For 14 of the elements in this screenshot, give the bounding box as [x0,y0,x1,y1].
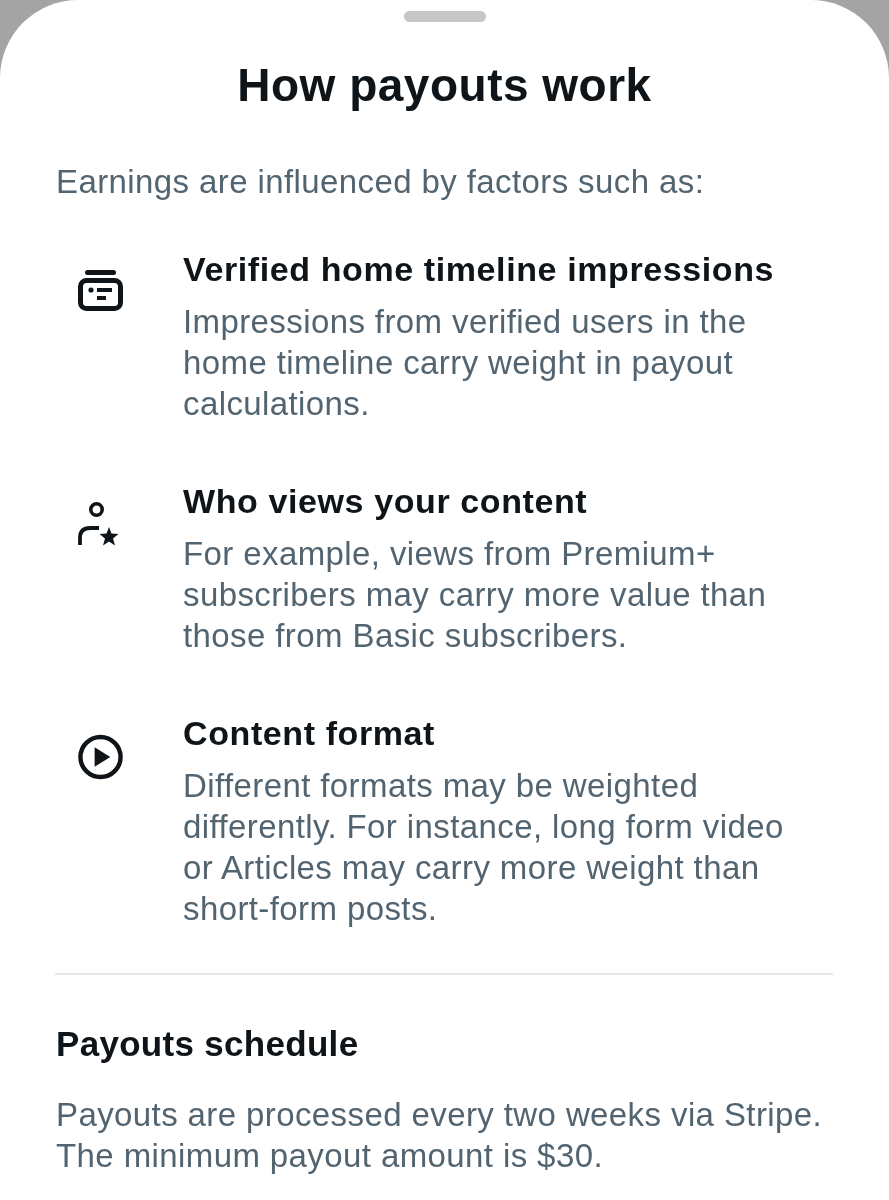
sheet-title: How payouts work [236,59,653,111]
drag-handle[interactable] [403,11,486,22]
intro-text: Earnings are influenced by factors such as: [56,162,706,202]
factor-description: For example, views from Premium+ subscribers may carry more value than those from Basic subscribers. [183,534,768,656]
factor-heading: Verified home timeline impressions [183,249,776,289]
play-icon [78,734,123,780]
section-heading: Payouts schedule [56,1024,360,1064]
factor-description: Impressions from verified users in the home timeline carry weight in payout calculations. [183,302,748,424]
factor-heading: Who views your content [183,481,589,521]
schedule-description: Payouts are processed every two weeks via Stripe. The minimum payout amount is $30. [56,1095,824,1176]
person-star-icon [78,502,119,546]
factor-description: Different formats may be weighted differently. For instance, long form video or Articles may carry more weight than short-form posts. [183,766,785,929]
stacked-card-icon [78,270,123,311]
factor-heading: Content format [183,713,437,753]
